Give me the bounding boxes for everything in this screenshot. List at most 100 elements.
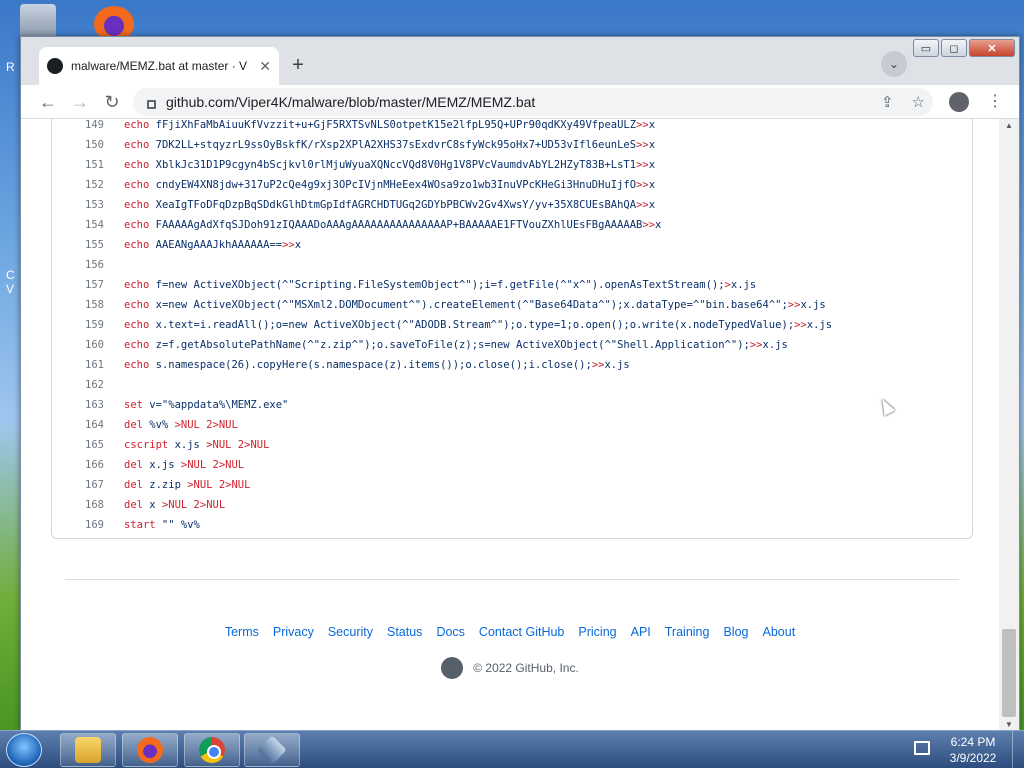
- line-number: 168: [85, 499, 104, 511]
- url-text[interactable]: github.com/Viper4K/malware/blob/master/M…: [166, 94, 535, 110]
- footer-link[interactable]: Status: [387, 625, 422, 639]
- keyword: del: [124, 499, 143, 511]
- line-number: 167: [85, 479, 104, 491]
- line-number: 161: [85, 359, 104, 371]
- footer-divider: [65, 579, 959, 580]
- code-line: 168 del x >NUL 2>NUL: [52, 495, 972, 515]
- line-number: 152: [85, 179, 104, 191]
- browser-menu-icon[interactable]: ⋮: [987, 91, 1003, 111]
- redirect-operator: >>: [591, 359, 605, 371]
- forward-button[interactable]: →: [69, 91, 91, 113]
- recycle-bin-icon[interactable]: [20, 4, 56, 40]
- scroll-down-icon[interactable]: ▼: [1005, 720, 1013, 729]
- vertical-scrollbar[interactable]: ▲ ▼: [999, 119, 1019, 731]
- scrollbar-thumb[interactable]: [1002, 629, 1016, 717]
- keyword: echo: [124, 219, 150, 231]
- redirect-target: x: [648, 199, 656, 211]
- footer-link[interactable]: Blog: [723, 625, 748, 639]
- keyword: echo: [124, 339, 150, 351]
- reload-button[interactable]: ↻: [101, 91, 123, 113]
- github-logo-icon[interactable]: [441, 657, 464, 679]
- keyword: echo: [124, 119, 150, 131]
- code-line: 155 echo AAEANgAAAJkhAAAAAA==>>x: [52, 235, 972, 255]
- taskbar-chrome-button[interactable]: [184, 733, 240, 767]
- start-button[interactable]: [6, 733, 42, 767]
- code-line: 166 del x.js >NUL 2>NUL: [52, 455, 972, 475]
- footer-link[interactable]: Security: [328, 625, 373, 639]
- lock-icon[interactable]: [147, 99, 156, 109]
- code-text: XblkJc31D1P9cgyn4bScjkvl0rlMjuWyuaXQNccV…: [149, 159, 637, 171]
- redirect-target: x: [648, 179, 656, 191]
- line-text: del %v% >NUL 2>NUL: [124, 415, 238, 435]
- line-number: 164: [85, 419, 104, 431]
- code-text: "" %v%: [155, 519, 200, 531]
- chrome-icon: [199, 737, 225, 763]
- tab-title: malware/MEMZ.bat at master · V: [71, 59, 248, 73]
- footer-links: Terms Privacy Security Status Docs Contact Gi…: [21, 625, 999, 639]
- line-number: 150: [85, 139, 104, 151]
- code-text: s.namespace(26).copyHere(s.namespace(z).…: [149, 359, 592, 371]
- line-number: 163: [85, 399, 104, 411]
- redirect-operator: >>: [636, 179, 649, 191]
- redirect-operator: >NUL 2>NUL: [174, 419, 238, 431]
- redirect-operator: >>: [636, 139, 649, 151]
- footer-link[interactable]: Terms: [225, 625, 259, 639]
- profile-avatar-icon[interactable]: [949, 92, 969, 112]
- keyword: del: [124, 419, 143, 431]
- keyword: del: [124, 459, 143, 471]
- line-number: 153: [85, 199, 104, 211]
- tab-close-icon[interactable]: ✕: [259, 58, 271, 75]
- taskbar-virtualbox-button[interactable]: [244, 733, 300, 767]
- redirect-target: x: [648, 119, 656, 131]
- line-text: echo AAEANgAAAJkhAAAAAA==>>x: [124, 235, 301, 255]
- code-text: XeaIgTFoDFqDzpBqSDdkGlhDtmGpIdfAGRCHDTUG…: [149, 199, 637, 211]
- line-text: echo z=f.getAbsolutePathName(^"z.zip^");…: [124, 335, 788, 355]
- code-line: 162: [52, 375, 972, 395]
- share-icon[interactable]: ⇪: [881, 93, 894, 111]
- footer-link[interactable]: API: [631, 625, 651, 639]
- keyword: cscript: [124, 439, 169, 451]
- omnibox-actions: ⇪ ☆: [881, 88, 933, 116]
- code-text: FAAAAAgAdXfqSJDoh91zIQAAADoAAAgAAAAAAAAA…: [149, 219, 643, 231]
- back-button[interactable]: ←: [37, 91, 59, 113]
- line-text: del x >NUL 2>NUL: [124, 495, 225, 515]
- footer-link[interactable]: Docs: [436, 625, 464, 639]
- scroll-up-icon[interactable]: ▲: [1005, 121, 1013, 130]
- address-bar[interactable]: github.com/Viper4K/malware/blob/master/M…: [133, 88, 933, 116]
- code-text: %v%: [142, 419, 175, 431]
- footer-link[interactable]: Training: [665, 625, 710, 639]
- maximize-button[interactable]: ◻: [941, 39, 967, 57]
- line-number: 157: [85, 279, 104, 291]
- copyright-text: © 2022 GitHub, Inc.: [473, 661, 579, 675]
- new-tab-button[interactable]: +: [285, 52, 311, 78]
- footer-link[interactable]: About: [763, 625, 796, 639]
- keyword: echo: [124, 199, 150, 211]
- browser-window: malware/MEMZ.bat at master · V ✕ + ⌄ ▭ ◻…: [20, 36, 1020, 731]
- footer-link[interactable]: Privacy: [273, 625, 314, 639]
- redirect-operator: >>: [642, 219, 656, 231]
- redirect-operator: >>: [749, 339, 763, 351]
- footer-link[interactable]: Contact GitHub: [479, 625, 564, 639]
- footer-link[interactable]: Pricing: [578, 625, 616, 639]
- system-clock[interactable]: 6:24 PM 3/9/2022: [940, 734, 1006, 766]
- code-text: f=new ActiveXObject(^"Scripting.FileSyst…: [149, 279, 725, 291]
- bookmark-star-icon[interactable]: ☆: [912, 93, 925, 111]
- redirect-operator: >>: [787, 299, 801, 311]
- close-window-button[interactable]: ✕: [969, 39, 1015, 57]
- line-text: del z.zip >NUL 2>NUL: [124, 475, 250, 495]
- taskbar-firefox-button[interactable]: [122, 733, 178, 767]
- active-tab[interactable]: malware/MEMZ.bat at master · V ✕: [39, 47, 279, 85]
- minimize-button[interactable]: ▭: [913, 39, 939, 57]
- keyword: echo: [124, 319, 150, 331]
- code-text: x: [142, 499, 162, 511]
- network-icon[interactable]: [914, 741, 930, 755]
- redirect-target: x.js: [806, 319, 833, 331]
- tab-search-button[interactable]: ⌄: [881, 51, 907, 77]
- code-text: x=new ActiveXObject(^"MSXml2.DOMDocument…: [149, 299, 788, 311]
- code-text: 7DK2LL+stqyzrL9ssOyBskfK/rXsp2XPlA2XHS37…: [149, 139, 637, 151]
- code-line: 159 echo x.text=i.readAll();o=new ActiveX…: [52, 315, 972, 335]
- line-number: 166: [85, 459, 104, 471]
- code-line: 160 echo z=f.getAbsolutePathName(^"z.zip^…: [52, 335, 972, 355]
- taskbar-explorer-button[interactable]: [60, 733, 116, 767]
- show-desktop-button[interactable]: [1012, 731, 1024, 768]
